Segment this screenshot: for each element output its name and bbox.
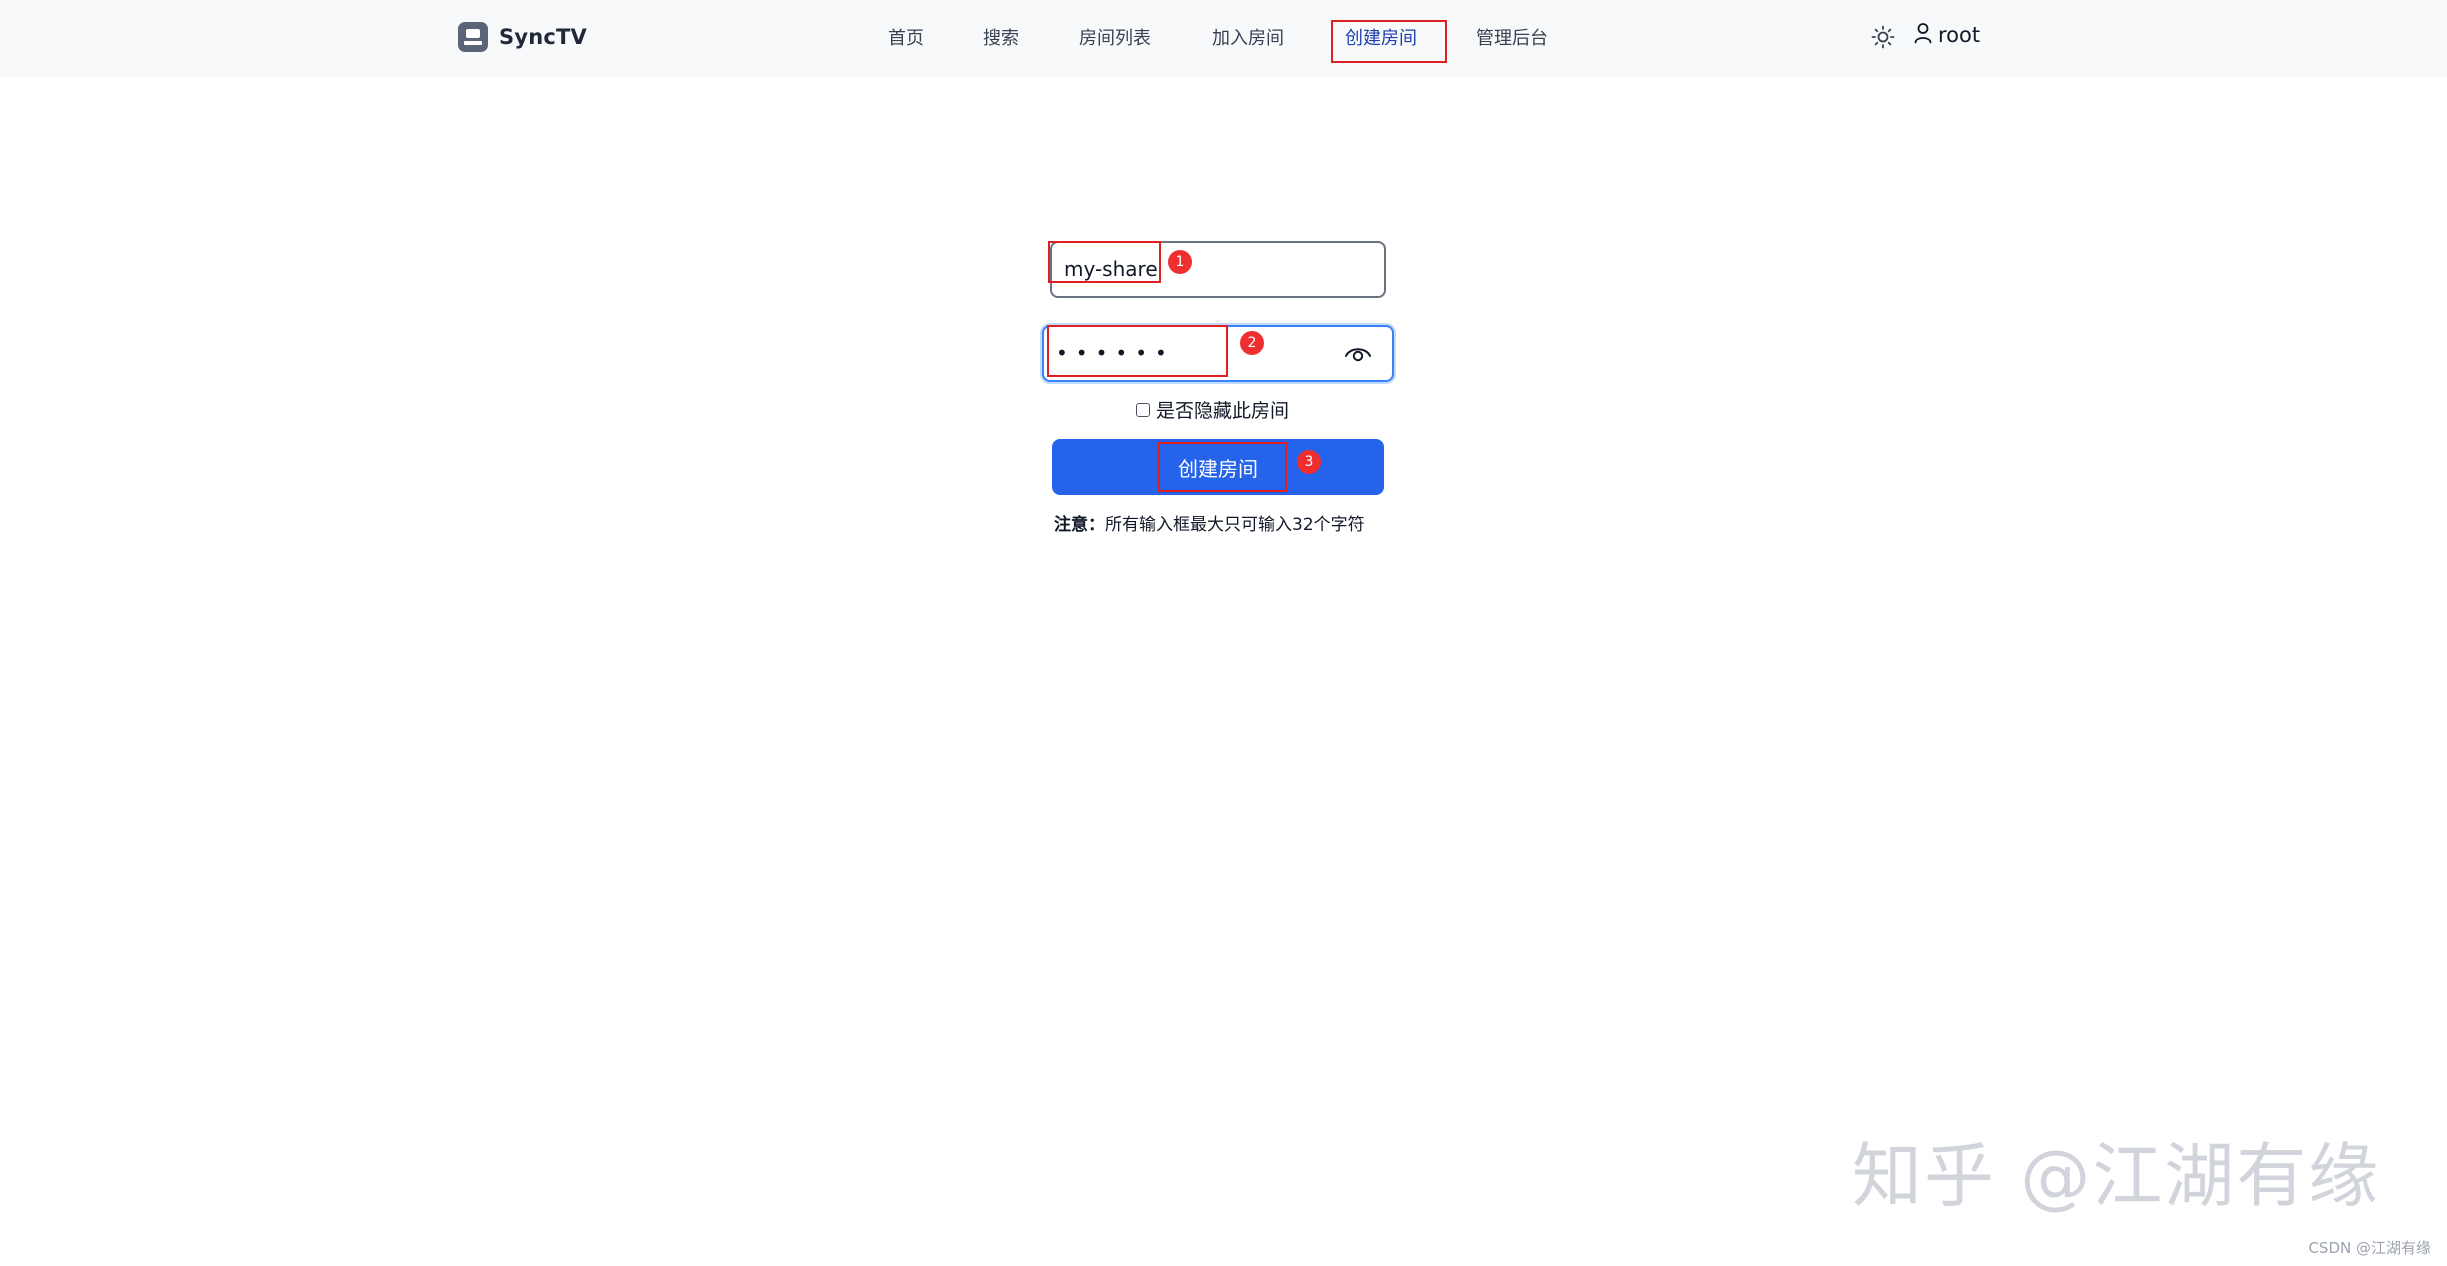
- hide-room-label: 是否隐藏此房间: [1156, 400, 1290, 422]
- tv-icon: [458, 22, 488, 52]
- brand[interactable]: SyncTV: [458, 21, 587, 53]
- brand-name: SyncTV: [499, 25, 587, 49]
- annotation-badge-3: 3: [1297, 450, 1321, 474]
- watermark-zhihu: 知乎 @江湖有缘: [1852, 1135, 2381, 1217]
- top-navbar: SyncTV 首页 搜索 房间列表 加入房间 创建房间 管理后台 root: [0, 0, 2447, 77]
- nav-item-room-list[interactable]: 房间列表: [1079, 24, 1151, 50]
- annotation-highlight-nav: [1331, 20, 1447, 63]
- nav-item-admin[interactable]: 管理后台: [1476, 24, 1548, 50]
- user-menu[interactable]: root: [1914, 22, 1980, 48]
- user-icon: [1914, 22, 1932, 48]
- page: SyncTV 首页 搜索 房间列表 加入房间 创建房间 管理后台 root my…: [0, 0, 2447, 1266]
- note-text: 所有输入框最大只可输入32个字符: [1105, 515, 1365, 535]
- sun-icon[interactable]: [1870, 24, 1896, 50]
- annotation-badge-1: 1: [1168, 250, 1192, 274]
- eye-icon[interactable]: [1344, 343, 1372, 365]
- hide-room-option[interactable]: 是否隐藏此房间: [1136, 396, 1289, 423]
- note-label: 注意：: [1054, 515, 1105, 535]
- annotation-highlight-1: [1048, 241, 1161, 283]
- create-room-button-label: 创建房间: [1178, 456, 1258, 481]
- annotation-badge-2: 2: [1240, 331, 1264, 355]
- watermark-csdn: CSDN @江湖有缘: [2308, 1239, 2431, 1257]
- input-limit-note: 注意：所有输入框最大只可输入32个字符: [1054, 510, 1365, 535]
- annotation-highlight-2: [1047, 325, 1228, 377]
- user-name: root: [1938, 23, 1981, 47]
- nav-item-search[interactable]: 搜索: [983, 24, 1019, 50]
- hide-room-checkbox[interactable]: [1136, 402, 1150, 417]
- nav-item-home[interactable]: 首页: [888, 24, 924, 50]
- nav-item-join-room[interactable]: 加入房间: [1212, 24, 1284, 50]
